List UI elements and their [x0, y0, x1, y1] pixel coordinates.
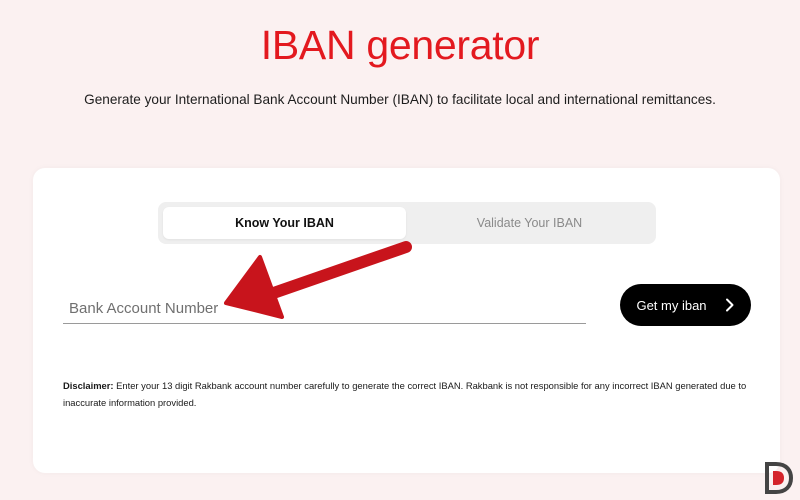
bank-account-number-input[interactable]: [63, 290, 586, 324]
disclaimer-text: Enter your 13 digit Rakbank account numb…: [63, 380, 747, 408]
page-subtitle: Generate your International Bank Account…: [84, 92, 716, 107]
disclaimer-label: Disclaimer:: [63, 380, 114, 391]
get-my-iban-label: Get my iban: [636, 297, 707, 313]
disclaimer: Disclaimer: Enter your 13 digit Rakbank …: [63, 377, 753, 411]
tab-know-your-iban[interactable]: Know Your IBAN: [163, 207, 406, 239]
tab-bar: Know Your IBAN Validate Your IBAN: [158, 202, 656, 244]
page-title: IBAN generator: [260, 22, 540, 68]
get-my-iban-button[interactable]: Get my iban: [620, 284, 751, 326]
tab-validate-your-iban[interactable]: Validate Your IBAN: [408, 207, 651, 239]
chevron-right-icon: [725, 298, 735, 312]
d-logo-icon: [765, 462, 794, 494]
